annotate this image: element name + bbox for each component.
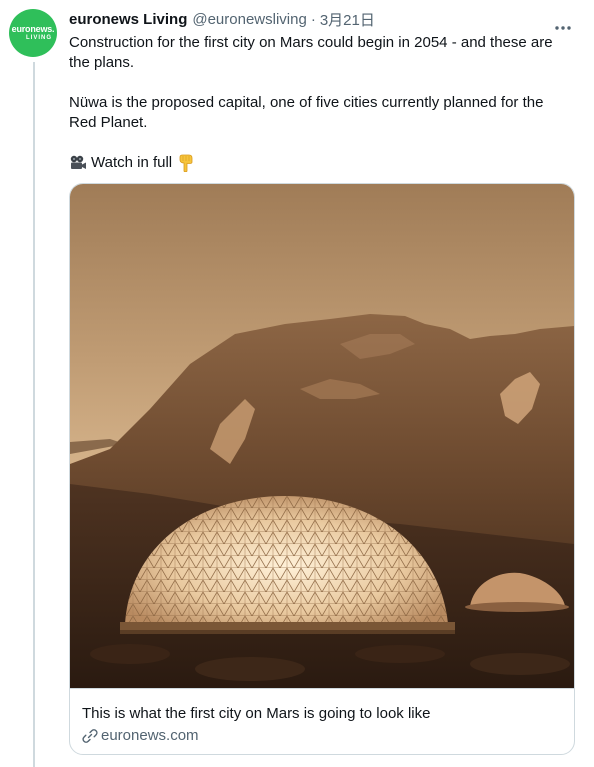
avatar-logo-text: euronews. (11, 23, 55, 34)
tweet-paragraph: Nüwa is the proposed capital, one of fiv… (69, 94, 544, 131)
watch-text: Watch in full (91, 154, 173, 171)
tweet-paragraph: Construction for the first city on Mars … (69, 34, 553, 71)
tweet-content: euronews Living @euronewsliving · 3月21日 … (69, 8, 575, 173)
card-footer[interactable]: This is what the first city on Mars is g… (70, 688, 574, 754)
link-card[interactable]: This is what the first city on Mars is g… (69, 183, 575, 755)
separator-dot: · (310, 10, 316, 28)
film-projector-icon (69, 155, 87, 171)
tweet[interactable]: euronews. LIVING euronews Living @eurone… (0, 0, 594, 767)
more-options-icon (554, 25, 572, 31)
thread-line (33, 62, 35, 767)
pointing-down-icon (178, 154, 194, 172)
card-domain[interactable]: euronews.com (82, 726, 562, 746)
avatar[interactable]: euronews. LIVING (9, 9, 57, 57)
card-domain-text[interactable]: euronews.com (101, 726, 199, 746)
more-options-button[interactable] (551, 18, 575, 38)
user-handle[interactable]: @euronewsliving (192, 11, 306, 28)
link-icon (82, 728, 98, 744)
card-title[interactable]: This is what the first city on Mars is g… (82, 704, 562, 724)
timestamp[interactable]: 3月21日 (320, 9, 375, 30)
card-image[interactable] (70, 184, 574, 688)
avatar-logo-subtext: LIVING (25, 34, 52, 41)
tweet-header: euronews Living @euronewsliving · 3月21日 (69, 8, 575, 30)
display-name[interactable]: euronews Living (69, 11, 187, 28)
watch-line: Watch in full (69, 153, 575, 173)
tweet-text: Construction for the first city on Mars … (69, 33, 575, 173)
